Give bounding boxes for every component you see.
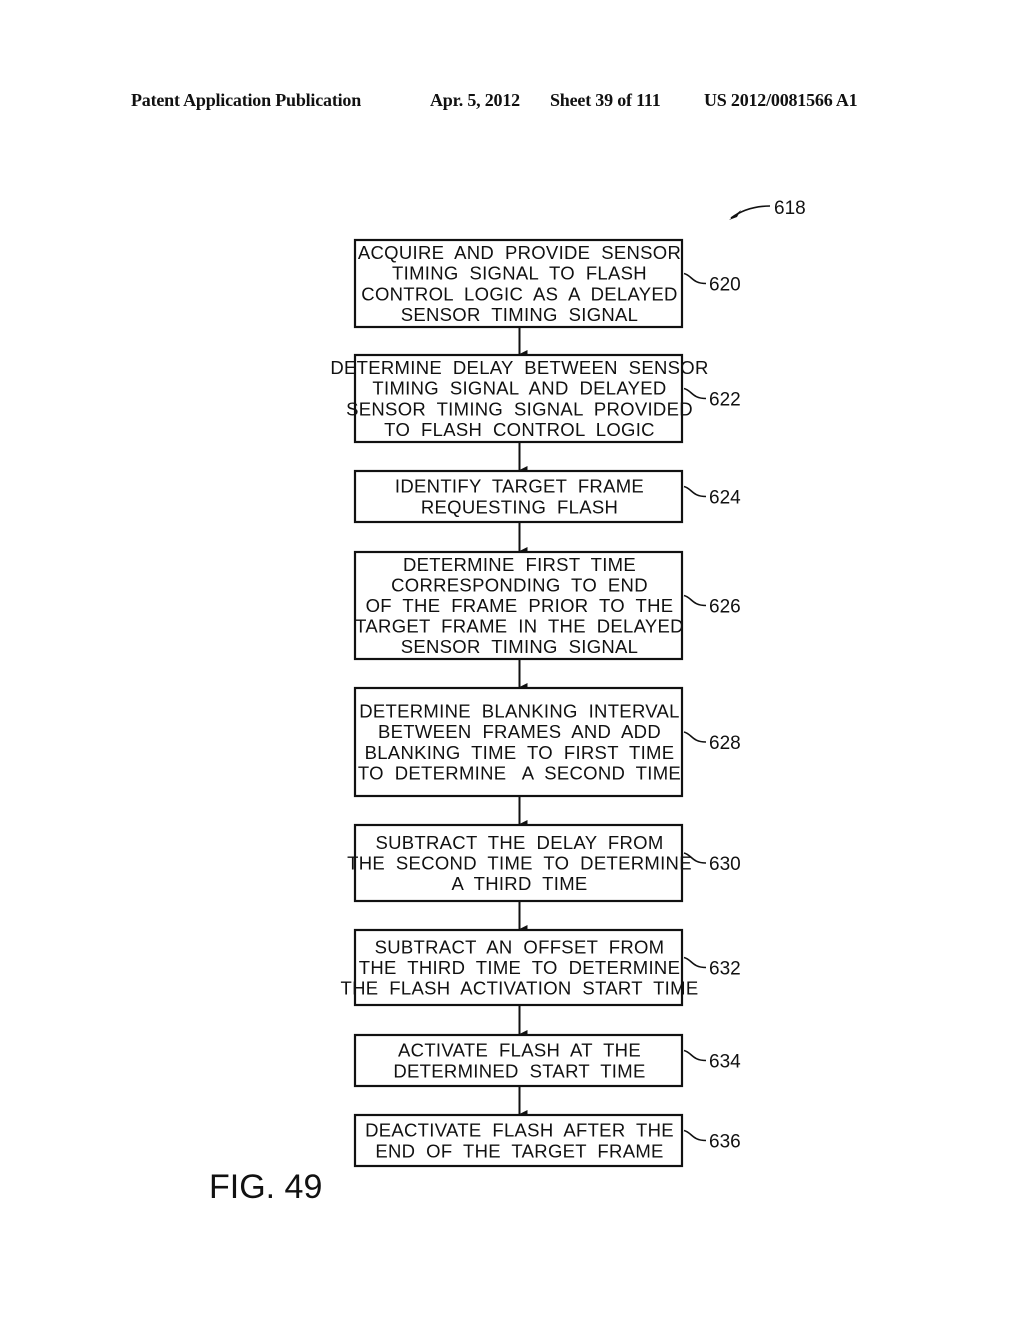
- step-text-line: TO FLASH CONTROL LOGIC: [384, 419, 655, 440]
- step-text-line: THE FLASH ACTIVATION START TIME: [341, 978, 699, 999]
- step-text-line: DETERMINE BLANKING INTERVAL: [359, 701, 680, 722]
- flowchart: 618 ACQUIRE AND PROVIDE SENSORTIMING SIG…: [209, 198, 806, 1206]
- step-text-line: CORRESPONDING TO END: [391, 574, 648, 595]
- step-reference-number: 624: [709, 488, 741, 509]
- flow-step-624: IDENTIFY TARGET FRAMEREQUESTING FLASH 624: [353, 469, 741, 524]
- step-text-line: TIMING SIGNAL AND DELAYED: [372, 378, 666, 399]
- step-text-line: SENSOR TIMING SIGNAL PROVIDED: [346, 398, 693, 419]
- step-text-line: SENSOR TIMING SIGNAL: [401, 636, 639, 657]
- step-text-line: OF THE FRAME PRIOR TO THE: [366, 595, 674, 616]
- reference-leader-line: [683, 731, 707, 743]
- step-text-line: ACQUIRE AND PROVIDE SENSOR: [358, 242, 681, 263]
- flow-step-632: SUBTRACT AN OFFSET FROMTHE THIRD TIME TO…: [341, 928, 741, 1007]
- reference-leader-line: [683, 272, 707, 285]
- step-text-line: THE SECOND TIME TO DETERMINE: [347, 853, 692, 874]
- step-reference-number: 630: [709, 854, 741, 875]
- step-text-line: A THIRD TIME: [451, 873, 587, 894]
- reference-leader-line: [683, 1049, 707, 1062]
- step-reference-number: 636: [709, 1132, 741, 1153]
- step-reference-number: 626: [709, 597, 741, 618]
- step-reference-number: 628: [709, 733, 741, 754]
- step-text-line: SENSOR TIMING SIGNAL: [401, 304, 639, 325]
- figure-reference: 618: [729, 198, 806, 220]
- flow-step-634: ACTIVATE FLASH AT THEDETERMINED START TI…: [353, 1033, 741, 1088]
- flow-step-636: DEACTIVATE FLASH AFTER THEEND OF THE TAR…: [353, 1113, 741, 1168]
- flow-step-628: DETERMINE BLANKING INTERVALBETWEEN FRAME…: [353, 686, 741, 798]
- step-text-line: TIMING SIGNAL TO FLASH: [392, 263, 647, 284]
- step-text-line: SUBTRACT THE DELAY FROM: [375, 832, 663, 853]
- step-reference-number: 632: [709, 959, 741, 980]
- step-reference-number: 622: [709, 390, 741, 411]
- step-text-line: SUBTRACT AN OFFSET FROM: [375, 936, 665, 957]
- step-text-line: DEACTIVATE FLASH AFTER THE: [365, 1120, 674, 1141]
- step-text-line: DETERMINE DELAY BETWEEN SENSOR: [330, 357, 708, 378]
- step-text-line: REQUESTING FLASH: [421, 496, 618, 517]
- figure-label: FIG. 49: [209, 1168, 322, 1206]
- step-text-line: BETWEEN FRAMES AND ADD: [378, 721, 661, 742]
- flow-step-626: DETERMINE FIRST TIMECORRESPONDING TO END…: [353, 550, 741, 661]
- flow-step-620: ACQUIRE AND PROVIDE SENSORTIMING SIGNAL …: [353, 238, 741, 329]
- step-text-line: THE THIRD TIME TO DETERMINE: [359, 957, 680, 978]
- step-text-line: CONTROL LOGIC AS A DELAYED: [361, 283, 677, 304]
- step-text-line: DETERMINE FIRST TIME: [403, 554, 636, 575]
- figure-reference-arrowhead: [729, 210, 741, 220]
- reference-leader-line: [683, 387, 707, 400]
- step-text-line: TO DETERMINE A SECOND TIME: [358, 762, 681, 783]
- flow-step-622: DETERMINE DELAY BETWEEN SENSORTIMING SIG…: [330, 353, 741, 444]
- reference-leader-line: [683, 956, 707, 969]
- step-text-line: ACTIVATE FLASH AT THE: [398, 1040, 641, 1061]
- flow-step-630: SUBTRACT THE DELAY FROMTHE SECOND TIME T…: [347, 823, 741, 903]
- reference-leader-line: [683, 1129, 707, 1142]
- step-text-line: IDENTIFY TARGET FRAME: [395, 476, 644, 497]
- step-text-line: DETERMINED START TIME: [393, 1060, 645, 1081]
- step-text-line: END OF THE TARGET FRAME: [375, 1140, 663, 1161]
- figure-reference-number: 618: [774, 198, 806, 219]
- step-reference-number: 634: [709, 1052, 741, 1073]
- step-reference-number: 620: [709, 275, 741, 296]
- reference-leader-line: [683, 485, 707, 498]
- step-text-line: TARGET FRAME IN THE DELAYED: [355, 616, 684, 637]
- reference-leader-line: [683, 594, 707, 607]
- step-text-line: BLANKING TIME TO FIRST TIME: [365, 742, 675, 763]
